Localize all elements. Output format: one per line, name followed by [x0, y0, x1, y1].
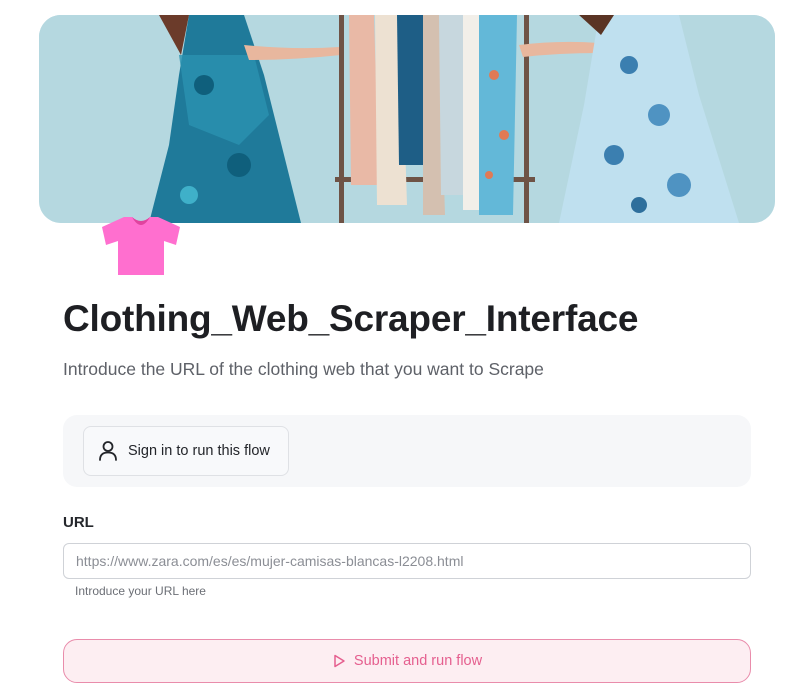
clothing-rack-illustration	[39, 15, 775, 223]
submit-run-button[interactable]: Submit and run flow	[63, 639, 751, 683]
play-icon	[332, 654, 346, 668]
url-label: URL	[63, 514, 94, 531]
t-shirt-icon	[100, 215, 182, 277]
signin-panel: Sign in to run this flow	[63, 415, 751, 487]
page-title: Clothing_Web_Scraper_Interface	[63, 298, 639, 339]
page-description: Introduce the URL of the clothing web th…	[63, 359, 544, 379]
sign-in-label: Sign in to run this flow	[128, 443, 270, 459]
submit-label: Submit and run flow	[353, 653, 483, 669]
user-icon	[98, 440, 118, 462]
url-help-text: Introduce your URL here	[75, 584, 206, 598]
sign-in-button[interactable]: Sign in to run this flow	[83, 426, 289, 476]
url-input[interactable]	[63, 543, 751, 579]
banner-image	[39, 15, 775, 223]
